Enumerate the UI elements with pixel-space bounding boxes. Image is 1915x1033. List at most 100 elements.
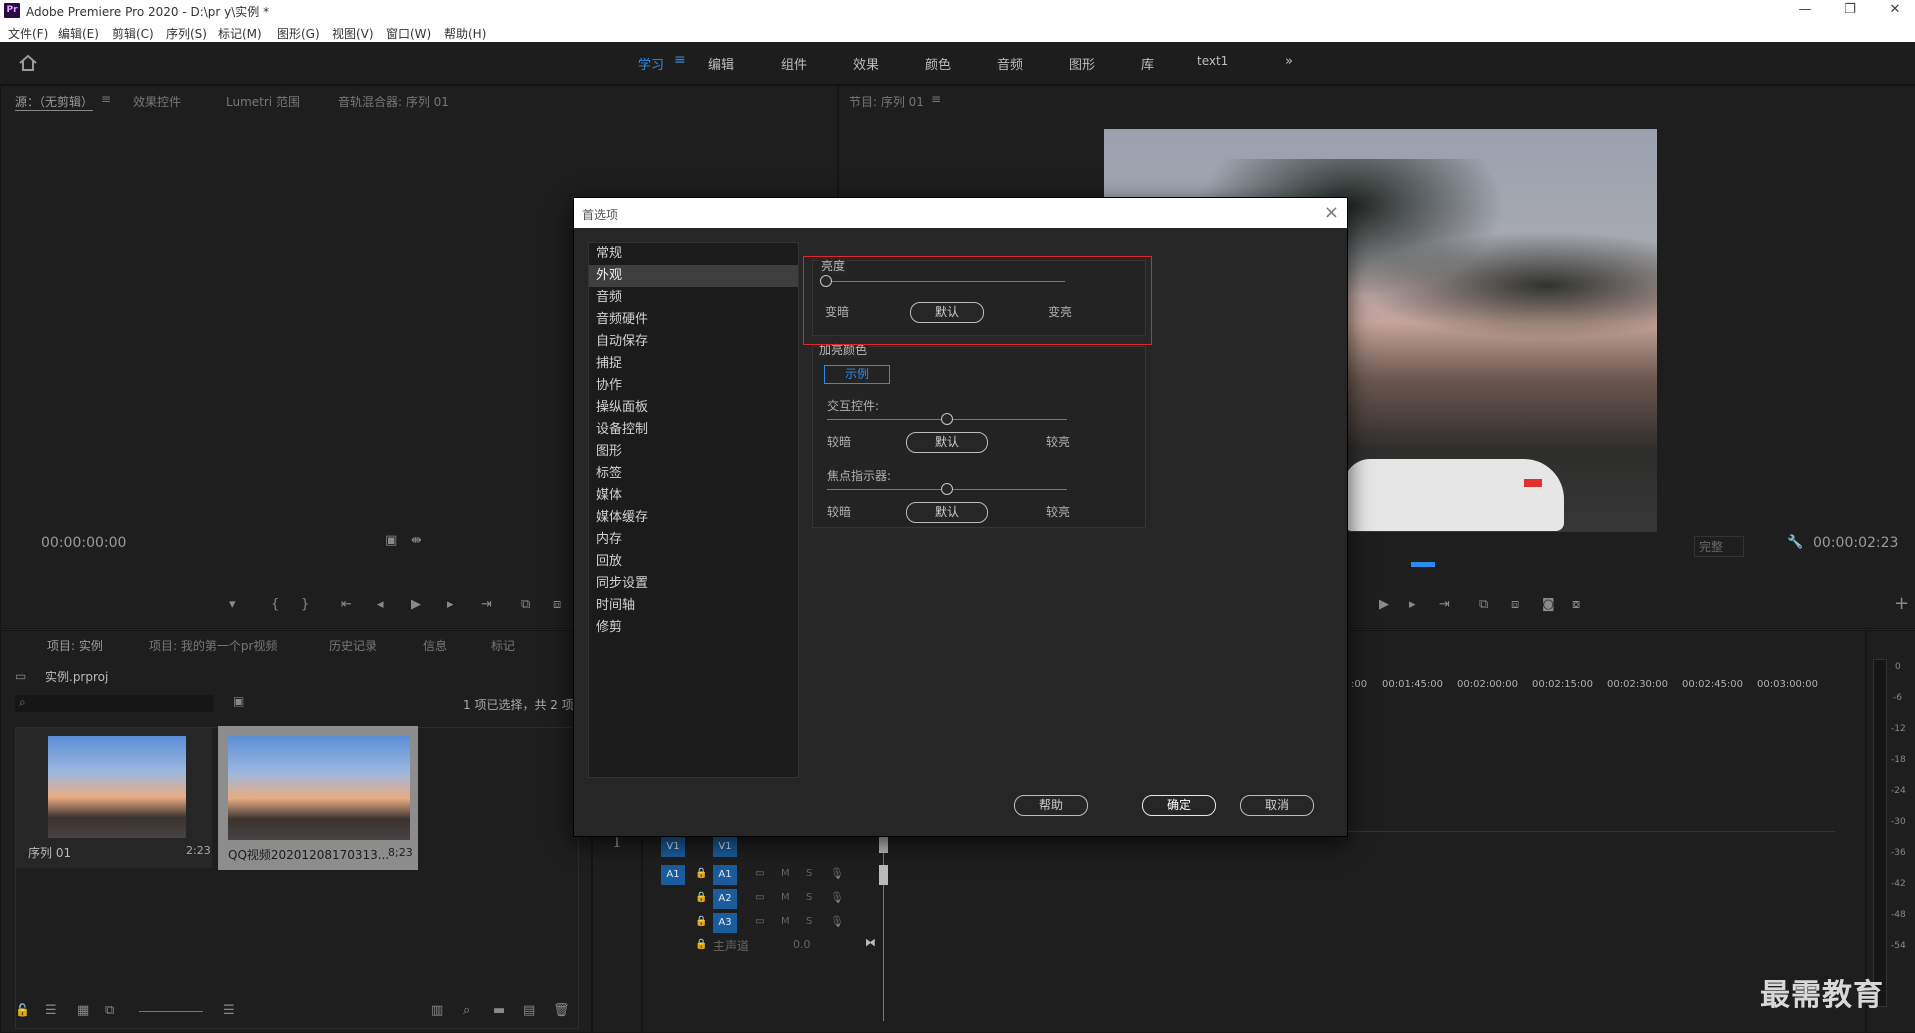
go-to-in-icon[interactable]: ⇤ [341,597,352,612]
category-appearance[interactable]: 外观 [589,265,798,287]
category-trim[interactable]: 修剪 [589,617,798,639]
go-to-out-icon[interactable]: ⇥ [481,597,492,612]
close-window-button[interactable]: ✕ [1875,2,1915,20]
category-control-surface[interactable]: 操纵面板 [589,397,798,419]
source-insert-icon[interactable]: ⇼ [411,533,422,548]
interactive-default-button[interactable]: 默认 [906,432,988,453]
menu-clip[interactable]: 剪辑(C) [112,25,154,42]
category-capture[interactable]: 捕捉 [589,353,798,375]
new-search-bin-icon[interactable]: ▣ [233,694,244,708]
lock-icon[interactable]: 🔓 [15,1003,30,1017]
home-icon[interactable] [19,55,37,71]
track-target-a1[interactable]: A1 [713,865,737,885]
category-media-cache[interactable]: 媒体缓存 [589,507,798,529]
track-lock-icon[interactable]: 🔒 [695,868,707,879]
menu-marker[interactable]: 标记(M) [218,25,262,42]
playhead-marker[interactable] [1411,562,1435,567]
list-view-icon[interactable]: ☰ [45,1003,57,1018]
category-media[interactable]: 媒体 [589,485,798,507]
tab-audio-track-mixer[interactable]: 音轨混合器: 序列 01 [338,93,449,110]
category-sync-settings[interactable]: 同步设置 [589,573,798,595]
category-labels[interactable]: 标签 [589,463,798,485]
track-target-a2[interactable]: A2 [713,889,737,909]
program-step-forward-icon[interactable]: ▸ [1409,597,1416,612]
solo-button[interactable]: S [806,868,812,879]
step-back-icon[interactable]: ◂ [377,597,384,612]
focus-slider-thumb[interactable] [941,483,953,495]
workspace-tab-graphics[interactable]: 图形 [1069,54,1095,73]
project-search-input[interactable]: ⌕ [15,695,213,712]
tab-project-first[interactable]: 项目: 我的第一个pr视频 [149,637,277,654]
maximize-button[interactable]: ❐ [1830,2,1870,20]
find-icon[interactable]: ⌕ [463,1003,470,1018]
track-output-icon[interactable]: ▭ [755,916,764,927]
track-lock-icon[interactable]: 🔒 [695,939,707,950]
tab-project-example[interactable]: 项目: 实例 [47,637,103,654]
workspace-tab-libraries[interactable]: 库 [1141,54,1154,73]
mark-in-icon[interactable]: { [271,597,279,612]
highlight-color-sample[interactable]: 示例 [824,365,890,384]
menu-window[interactable]: 窗口(W) [386,25,431,42]
panel-menu-icon[interactable]: ≡ [101,92,111,106]
category-graphics[interactable]: 图形 [589,441,798,463]
program-panel-menu-icon[interactable]: ≡ [931,92,941,106]
tab-effect-controls[interactable]: 效果控件 [133,93,181,110]
program-go-to-out-icon[interactable]: ⇥ [1439,597,1450,612]
track-lock-icon[interactable]: 🔒 [695,916,707,927]
new-item-icon[interactable]: ▤ [523,1003,535,1018]
menu-edit[interactable]: 编辑(E) [58,25,99,42]
project-item-video[interactable]: QQ视频20201208170313... 8;23 [218,726,418,870]
tab-history[interactable]: 历史记录 [329,637,377,654]
compare-icon[interactable]: ⧇ [1572,597,1580,612]
workspace-tab-effects[interactable]: 效果 [853,54,879,73]
ok-button[interactable]: 确定 [1142,795,1216,816]
sort-icon[interactable]: ☰ [223,1003,235,1018]
dialog-close-icon[interactable]: × [1324,202,1339,223]
workspace-tab-text1[interactable]: text1 [1197,54,1228,68]
workspace-tab-color[interactable]: 颜色 [925,54,951,73]
category-playback[interactable]: 回放 [589,551,798,573]
trash-icon[interactable]: 🗑 [553,1003,570,1018]
add-marker-icon[interactable]: ▾ [229,597,236,612]
tab-lumetri-scopes[interactable]: Lumetri 范围 [226,93,300,110]
clip-a1[interactable] [879,865,888,885]
icon-view-icon[interactable]: ▦ [77,1003,89,1018]
track-patch-a1[interactable]: A1 [661,865,685,885]
wrench-icon[interactable]: 🔧 [1787,535,1803,550]
menu-file[interactable]: 文件(F) [8,25,48,42]
track-target-a3[interactable]: A3 [713,913,737,933]
category-collaboration[interactable]: 协作 [589,375,798,397]
category-memory[interactable]: 内存 [589,529,798,551]
solo-button[interactable]: S [806,916,812,927]
overwrite-icon[interactable]: ⧈ [553,597,561,612]
workspace-tab-audio[interactable]: 音频 [997,54,1023,73]
category-general[interactable]: 常规 [589,243,798,265]
mute-button[interactable]: M [781,868,790,879]
add-button-icon[interactable]: + [1894,593,1909,614]
menu-sequence[interactable]: 序列(S) [166,25,207,42]
mute-button[interactable]: M [781,892,790,903]
freeform-view-icon[interactable]: ⧉ [105,1003,114,1018]
category-auto-save[interactable]: 自动保存 [589,331,798,353]
minimize-button[interactable]: — [1785,2,1825,20]
category-device-control[interactable]: 设备控制 [589,419,798,441]
category-audio-hardware[interactable]: 音频硬件 [589,309,798,331]
workspace-menu-icon[interactable]: ≡ [674,52,686,68]
mic-icon[interactable]: 🎙 [830,915,844,928]
menu-help[interactable]: 帮助(H) [444,25,486,42]
project-item-sequence[interactable]: 序列 01 2:23 [16,728,212,868]
step-forward-icon[interactable]: ▸ [447,597,454,612]
play-icon[interactable]: ▶ [411,597,421,612]
master-volume-value[interactable]: 0.0 [793,938,811,951]
program-play-icon[interactable]: ▶ [1379,597,1389,612]
track-output-icon[interactable]: ▭ [755,868,764,879]
workspace-tab-edit[interactable]: 编辑 [708,54,734,73]
camera-icon[interactable]: ◙ [1542,597,1555,612]
playhead-line[interactable] [883,831,884,1021]
zoom-slider[interactable] [139,1011,203,1012]
mark-out-icon[interactable]: } [301,597,309,612]
tab-info[interactable]: 信息 [423,637,447,654]
source-timecode[interactable]: 00:00:00:00 [41,535,126,551]
workspace-overflow-button[interactable]: » [1285,54,1293,69]
lift-icon[interactable]: ⧉ [1479,597,1488,612]
